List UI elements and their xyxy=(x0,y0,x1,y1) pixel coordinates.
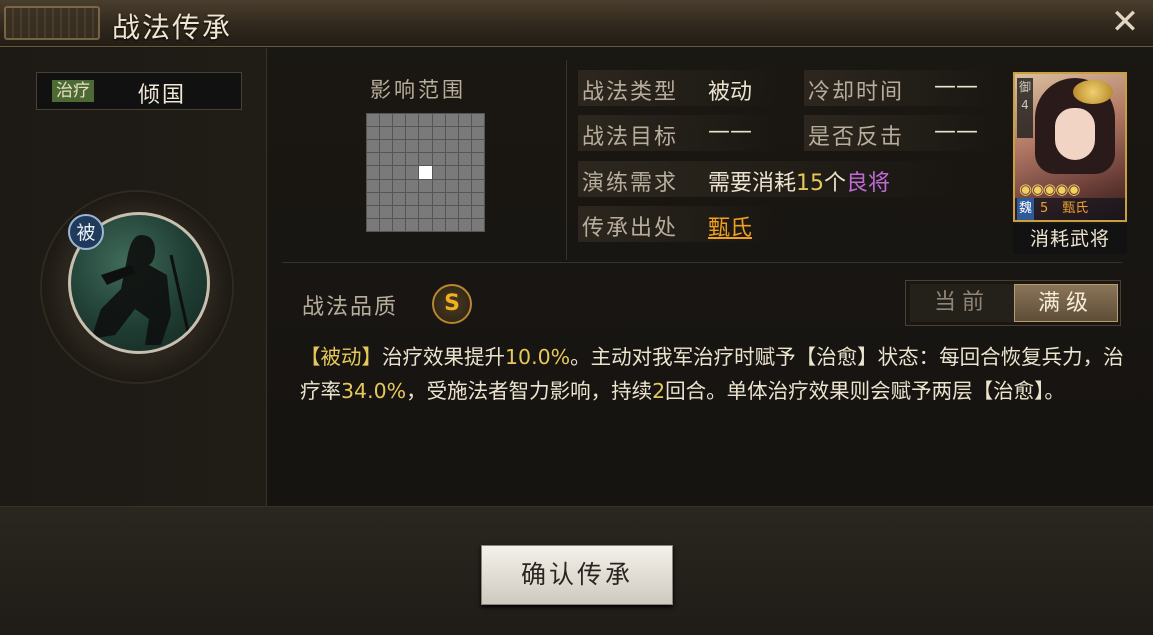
faction-badge: 魏 xyxy=(1017,198,1035,220)
dialog-title: 战法传承 xyxy=(112,11,233,44)
vertical-divider xyxy=(566,60,567,260)
target-value: —— xyxy=(708,119,752,144)
skill-name: 倾国 xyxy=(138,83,187,108)
practice-count: 15 xyxy=(796,171,825,196)
cooldown-value: —— xyxy=(934,74,978,99)
title-bar: 战法传承 ✕ xyxy=(0,0,1153,47)
skill-type-tag: 治疗 xyxy=(52,80,94,102)
general-card[interactable]: 御 4 ◉◉◉◉◉ 魏 5 甄氏 xyxy=(1013,72,1127,222)
source-link[interactable]: 甄氏 xyxy=(708,210,752,242)
card-caption: 消耗武将 xyxy=(1013,224,1127,254)
counter-label: 是否反击 xyxy=(808,125,905,150)
practice-unit: 个 xyxy=(824,171,847,196)
counter-value: —— xyxy=(934,119,978,144)
practice-prefix: 需要消耗 xyxy=(708,171,797,196)
passive-badge: 被 xyxy=(68,214,104,250)
desc-text: 回合。单体治疗效果则会赋予两层【治愈】。 xyxy=(665,379,1065,403)
toggle-max-button[interactable]: 满级 xyxy=(1014,284,1118,322)
quality-grade-badge: S xyxy=(432,284,472,324)
star-rating: ◉◉◉◉◉ xyxy=(1019,180,1080,198)
card-cost: 5 xyxy=(1040,201,1049,216)
range-title: 影响范围 xyxy=(370,78,466,102)
practice-label: 演练需求 xyxy=(582,171,679,196)
desc-value: 34.0% xyxy=(341,379,407,403)
card-side-tag: 御 4 xyxy=(1017,78,1033,138)
range-grid xyxy=(366,113,485,232)
toggle-current-button[interactable]: 当前 xyxy=(910,284,1014,322)
desc-text: 治疗效果提升 xyxy=(382,345,505,369)
portrait-face xyxy=(1055,108,1095,160)
close-button[interactable]: ✕ xyxy=(1107,4,1143,40)
hair-ornament-icon xyxy=(1073,80,1113,104)
quality-label: 战法品质 xyxy=(302,295,399,320)
card-footer: 魏 5 甄氏 xyxy=(1015,198,1125,220)
desc-passive-tag: 【被动】 xyxy=(300,345,382,369)
card-general-name: 甄氏 xyxy=(1062,201,1089,216)
target-label: 战法目标 xyxy=(582,125,679,150)
practice-requirement: 需要消耗15个良将 xyxy=(708,165,890,197)
range-center-cell xyxy=(419,166,432,179)
skill-type-value: 被动 xyxy=(708,80,753,105)
practice-item: 良将 xyxy=(846,171,891,196)
skill-description: 【被动】治疗效果提升10.0%。主动对我军治疗时赋予【治愈】状态：每回合恢复兵力… xyxy=(300,340,1130,408)
skill-type-label: 战法类型 xyxy=(582,80,679,105)
title-ornament-icon xyxy=(4,6,100,40)
desc-value: 2 xyxy=(652,379,666,403)
source-label: 传承出处 xyxy=(582,216,679,241)
cooldown-label: 冷却时间 xyxy=(808,80,905,105)
desc-value: 10.0% xyxy=(505,345,571,369)
horizontal-divider xyxy=(282,262,1122,263)
desc-text: ，受施法者智力影响，持续 xyxy=(406,379,653,403)
level-toggle: 当前 满级 xyxy=(905,280,1121,326)
confirm-inherit-button[interactable]: 确认传承 xyxy=(481,545,673,605)
